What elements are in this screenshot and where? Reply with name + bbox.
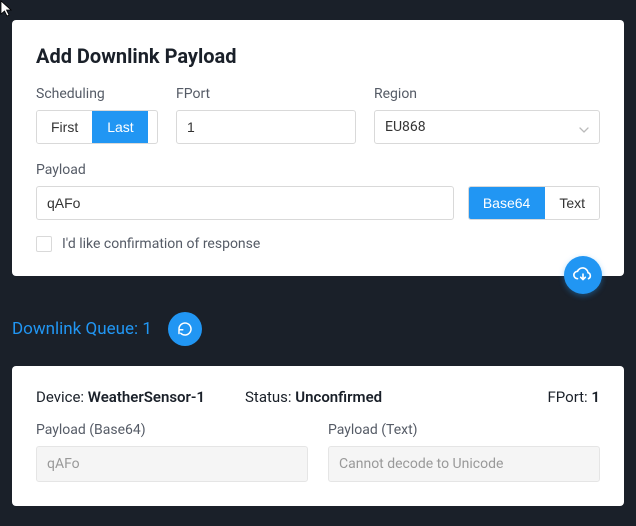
downlink-queue-label: Downlink Queue: 1 [12, 319, 152, 339]
confirm-checkbox[interactable] [36, 236, 52, 252]
device-fport: FPort: 1 [547, 388, 600, 406]
region-select[interactable]: EU868 [374, 110, 600, 144]
payload-b64-label: Payload (Base64) [36, 422, 308, 438]
payload-label: Payload [36, 162, 600, 178]
region-label: Region [374, 86, 600, 102]
payload-text-label: Payload (Text) [328, 422, 600, 438]
mouse-cursor [0, 0, 18, 18]
region-value: EU868 [385, 119, 579, 135]
payload-encoding-base64-button[interactable]: Base64 [469, 187, 544, 219]
payload-text-value: Cannot decode to Unicode [328, 446, 600, 482]
payload-encoding-text-button[interactable]: Text [544, 187, 599, 219]
confirm-label: I'd like confirmation of response [62, 236, 260, 252]
chevron-down-icon [579, 118, 589, 137]
payload-b64-value: qAFo [36, 446, 308, 482]
device-name: Device: WeatherSensor-1 [36, 388, 205, 406]
fport-input[interactable] [176, 110, 356, 144]
payload-input[interactable] [36, 186, 454, 220]
cloud-download-icon [572, 264, 594, 286]
downlink-queue-row: Downlink Queue: 1 [12, 312, 624, 346]
panel-title: Add Downlink Payload [36, 44, 600, 68]
scheduling-first-button[interactable]: First [37, 111, 92, 143]
device-status: Status: Unconfirmed [245, 388, 382, 406]
payload-encoding-toggle[interactable]: Base64 Text [468, 186, 600, 220]
fport-label: FPort [176, 86, 356, 102]
refresh-icon [176, 320, 194, 338]
submit-downlink-button[interactable] [564, 256, 602, 294]
scheduling-last-button[interactable]: Last [92, 111, 147, 143]
queued-downlink-card: Device: WeatherSensor-1 Status: Unconfir… [12, 366, 624, 506]
scheduling-toggle[interactable]: First Last [36, 110, 158, 144]
refresh-queue-button[interactable] [168, 312, 202, 346]
scheduling-label: Scheduling [36, 86, 158, 102]
add-downlink-panel: Add Downlink Payload Scheduling First La… [12, 20, 624, 276]
